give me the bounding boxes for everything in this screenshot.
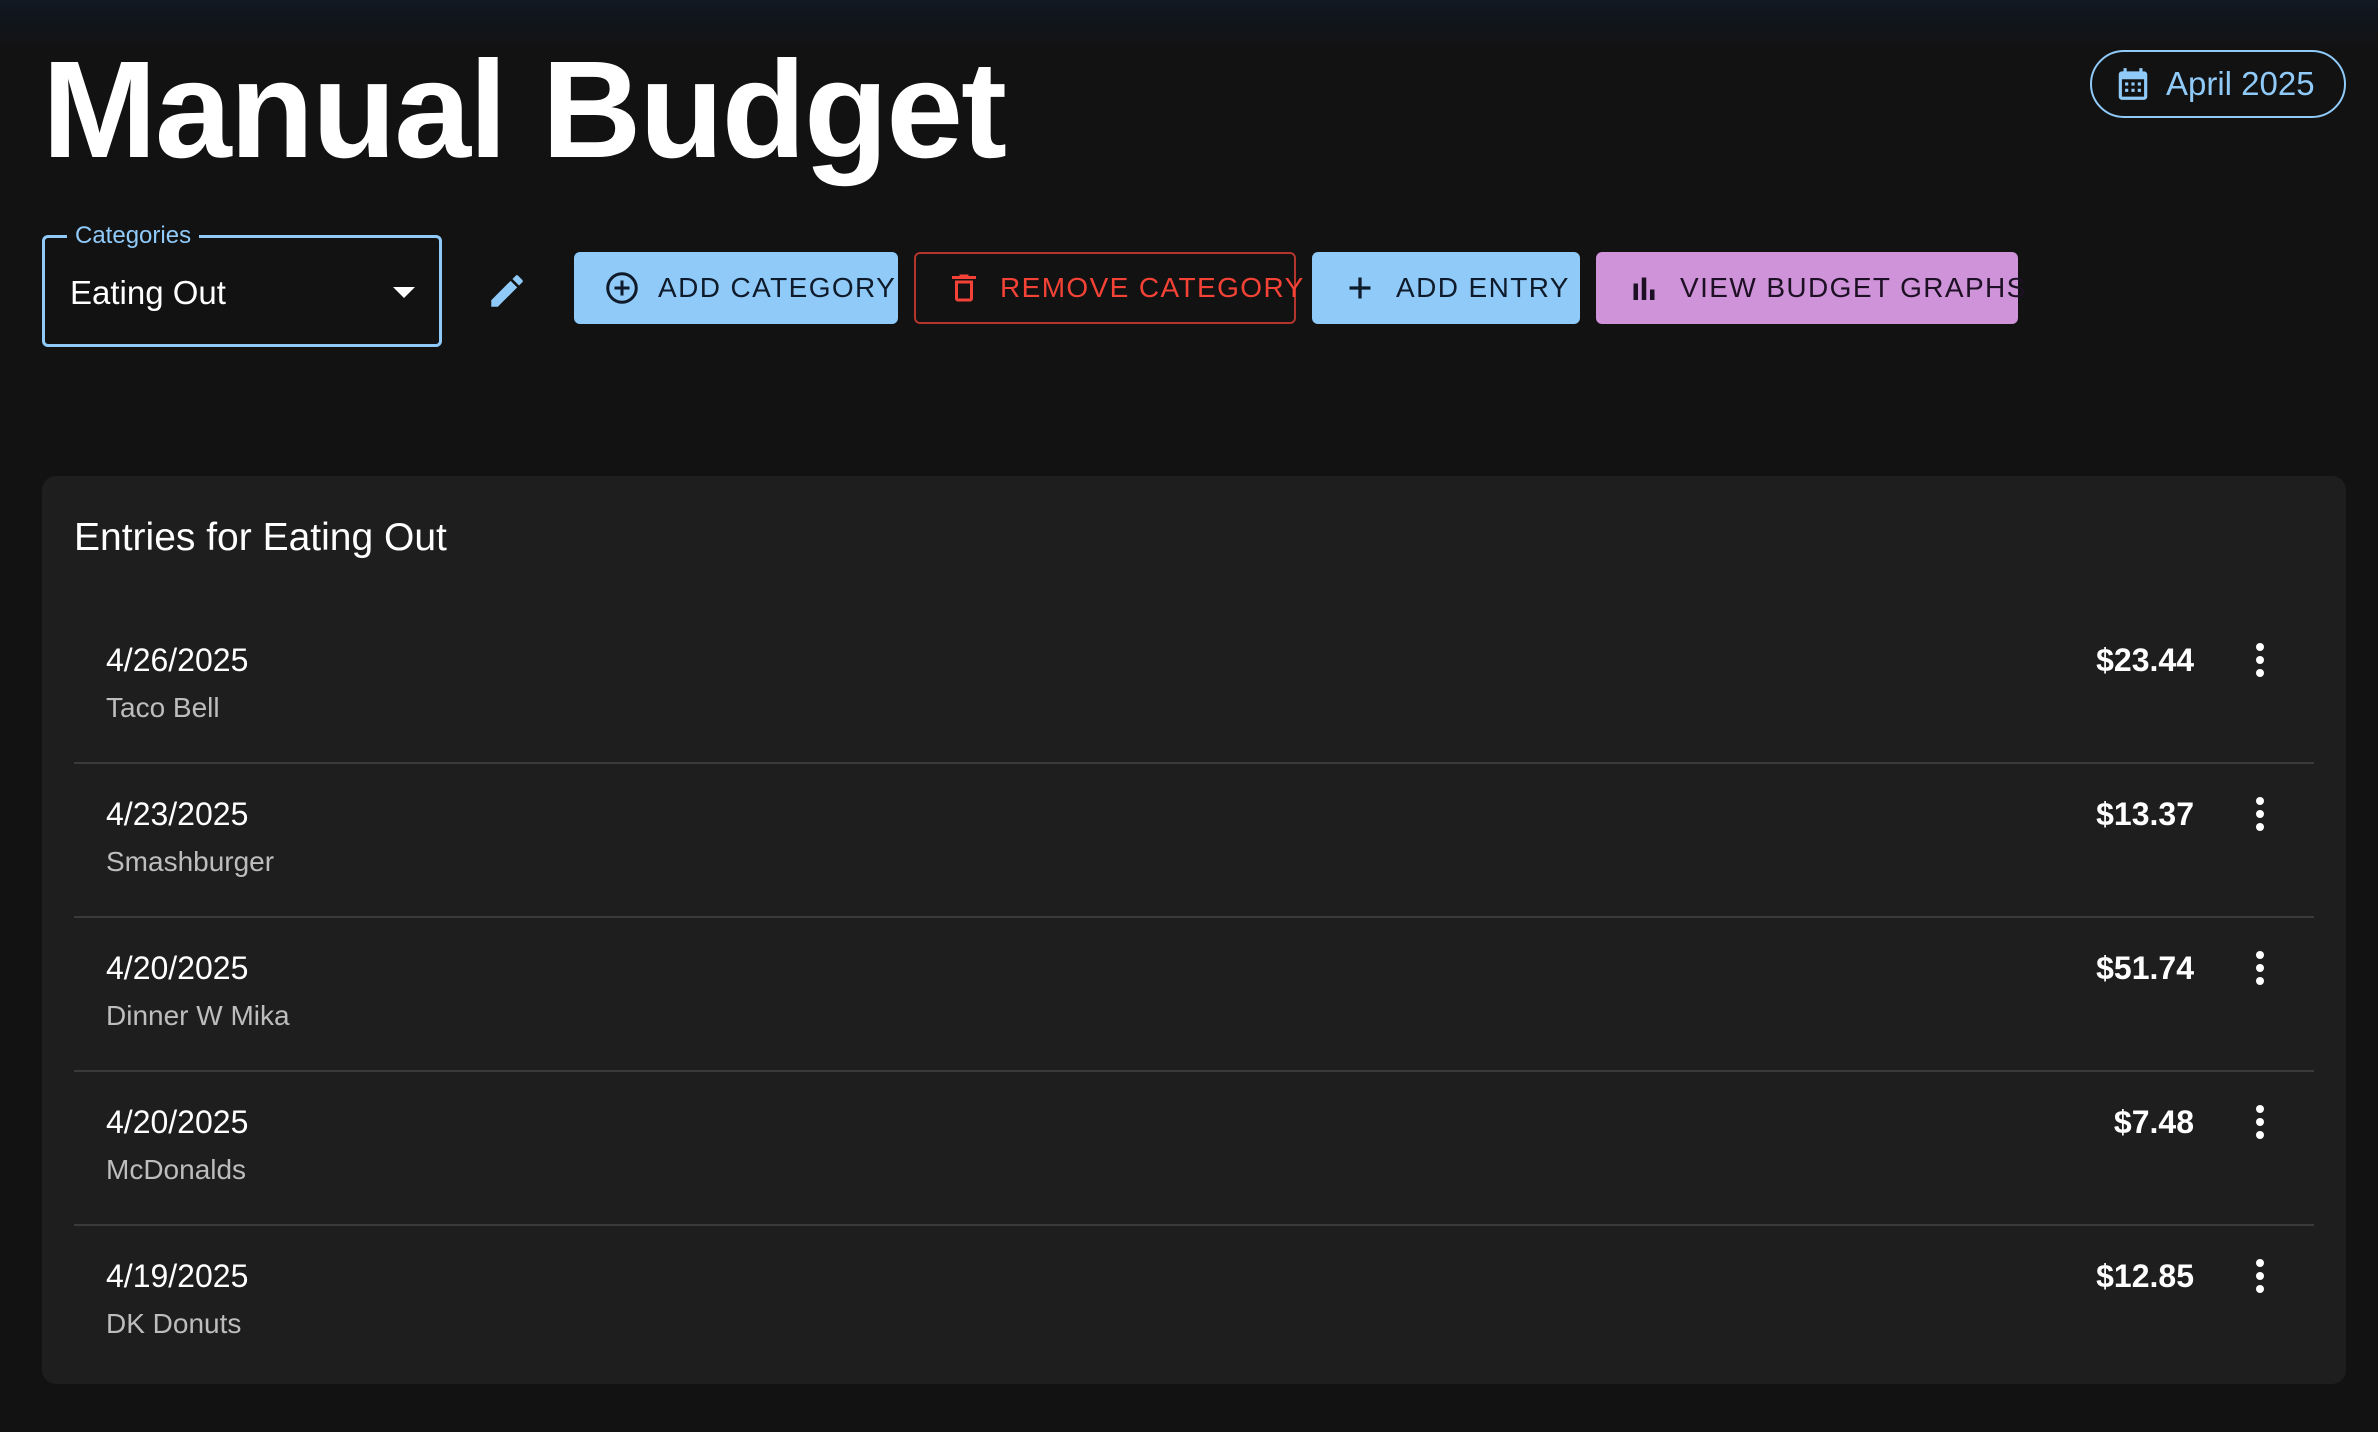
entries-card: Entries for Eating Out 4/26/2025 Taco Be… bbox=[42, 476, 2346, 1384]
page-title: Manual Budget bbox=[42, 33, 1007, 187]
add-entry-button[interactable]: Add Entry bbox=[1312, 252, 1580, 324]
entry-menu-button[interactable] bbox=[2240, 1256, 2280, 1296]
more-vertical-icon bbox=[2256, 797, 2264, 831]
entry-row[interactable]: 4/19/2025 DK Donuts $12.85 bbox=[74, 1226, 2314, 1380]
category-select-value: Eating Out bbox=[70, 274, 226, 311]
month-label: April 2025 bbox=[2166, 65, 2315, 102]
entry-date: 4/20/2025 bbox=[106, 950, 249, 986]
calendar-icon bbox=[2118, 68, 2148, 100]
entry-amount: $12.85 bbox=[2096, 1258, 2194, 1294]
entry-row[interactable]: 4/20/2025 Dinner W Mika $51.74 bbox=[74, 918, 2314, 1072]
pencil-icon bbox=[491, 275, 523, 307]
add-circle-icon bbox=[606, 272, 638, 304]
month-picker-chip[interactable]: April 2025 bbox=[2090, 50, 2346, 118]
entry-row[interactable]: 4/23/2025 Smashburger $13.37 bbox=[74, 764, 2314, 918]
category-select[interactable]: Categories Eating Out bbox=[42, 221, 442, 347]
entry-row[interactable]: 4/20/2025 McDonalds $7.48 bbox=[74, 1072, 2314, 1226]
more-vertical-icon bbox=[2256, 1105, 2264, 1139]
trash-icon bbox=[952, 274, 976, 302]
entry-amount: $23.44 bbox=[2096, 642, 2194, 678]
more-vertical-icon bbox=[2256, 643, 2264, 677]
remove-category-button[interactable]: Remove Category bbox=[914, 252, 1303, 324]
entry-amount: $7.48 bbox=[2113, 1104, 2194, 1140]
add-category-label: Add Category bbox=[658, 272, 897, 303]
entry-description: DK Donuts bbox=[106, 1308, 242, 1339]
entry-menu-button[interactable] bbox=[2240, 640, 2280, 680]
category-select-legend: Categories bbox=[67, 221, 200, 251]
entry-description: McDonalds bbox=[106, 1154, 247, 1185]
entry-description: Taco Bell bbox=[106, 692, 220, 723]
add-category-button[interactable]: Add Category bbox=[574, 252, 898, 324]
entries-card-title: Entries for Eating Out bbox=[74, 516, 447, 559]
entry-amount: $13.37 bbox=[2096, 796, 2194, 832]
edit-category-button[interactable] bbox=[484, 268, 530, 314]
bar-chart-icon bbox=[1633, 277, 1655, 300]
entry-description: Smashburger bbox=[106, 846, 275, 877]
entry-date: 4/26/2025 bbox=[106, 642, 249, 678]
entry-amount: $51.74 bbox=[2096, 950, 2194, 986]
entry-menu-button[interactable] bbox=[2240, 1102, 2280, 1142]
entry-menu-button[interactable] bbox=[2240, 794, 2280, 834]
entry-date: 4/23/2025 bbox=[106, 796, 249, 832]
add-entry-label: Add Entry bbox=[1396, 272, 1570, 303]
caret-down-icon bbox=[393, 287, 415, 298]
view-budget-graphs-label: View Budget Graphs bbox=[1680, 272, 2027, 303]
plus-icon bbox=[1349, 277, 1371, 299]
remove-category-label: Remove Category bbox=[1000, 272, 1305, 303]
entries-list: 4/26/2025 Taco Bell $23.44 4/23/2025 Sma… bbox=[74, 610, 2314, 1380]
entry-menu-button[interactable] bbox=[2240, 948, 2280, 988]
more-vertical-icon bbox=[2256, 1259, 2264, 1293]
entry-row[interactable]: 4/26/2025 Taco Bell $23.44 bbox=[74, 610, 2314, 764]
more-vertical-icon bbox=[2256, 951, 2264, 985]
entry-description: Dinner W Mika bbox=[106, 1000, 290, 1031]
view-budget-graphs-button[interactable]: View Budget Graphs bbox=[1596, 252, 2025, 324]
entry-date: 4/19/2025 bbox=[106, 1258, 249, 1294]
entry-date: 4/20/2025 bbox=[106, 1104, 249, 1140]
